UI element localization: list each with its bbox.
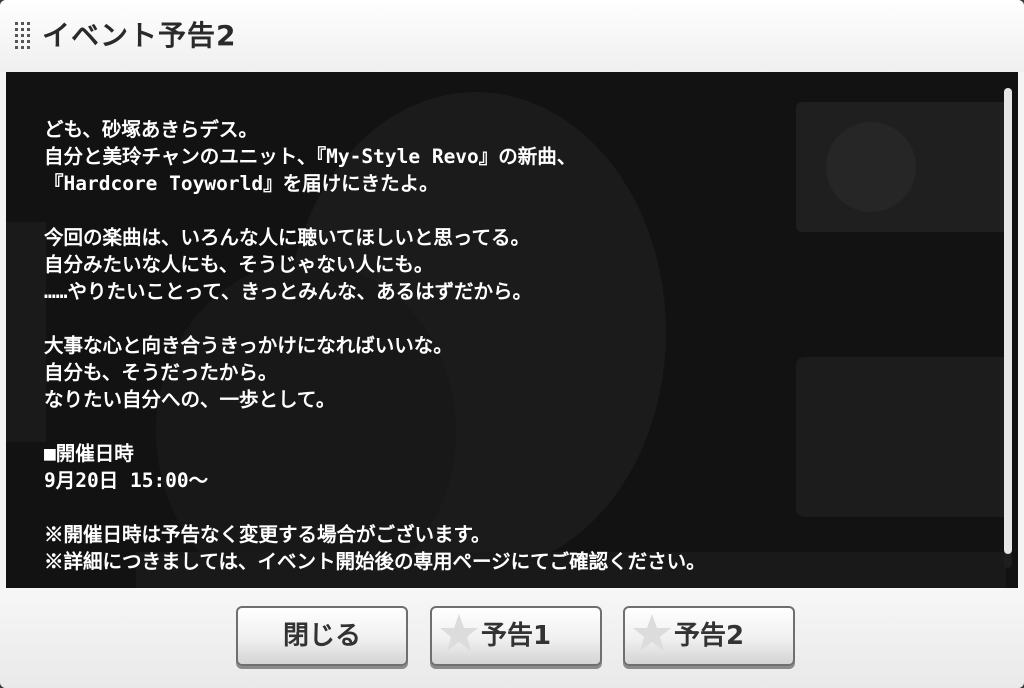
message-line: ども、砂塚あきらデス。 xyxy=(44,118,258,141)
scrollbar-thumb[interactable] xyxy=(1004,88,1012,554)
message-line: ※詳細につきましては、イベント開始後の専用ページにてご確認ください。 xyxy=(44,550,706,573)
preview-1-button-label: 予告1 xyxy=(480,621,552,651)
button-bar: 閉じる 予告1 予告2 xyxy=(0,588,1024,688)
message-line: 今回の楽曲は、いろんな人に聴いてほしいと思ってる。 xyxy=(44,226,530,249)
preview-2-button[interactable]: 予告2 xyxy=(623,606,795,666)
message-line: ■開催日時 xyxy=(44,442,134,465)
title-bar: イベント予告2 xyxy=(0,0,1024,72)
dialog-title: イベント予告2 xyxy=(42,19,237,52)
message-line: なりたい自分への、一歩として。 xyxy=(44,388,336,411)
preview-1-button[interactable]: 予告1 xyxy=(430,606,602,666)
preview-2-button-label: 予告2 xyxy=(673,621,745,651)
message-line: ※開催日時は予告なく変更する場合がございます。 xyxy=(44,523,491,546)
message-panel[interactable]: ども、砂塚あきらデス。自分と美玲チャンのユニット、『My-Style Revo』… xyxy=(6,72,1018,588)
message-line: 『Hardcore Toyworld』を届けにきたよ。 xyxy=(44,172,439,195)
close-button-label: 閉じる xyxy=(282,621,361,651)
message-line: 大事な心と向き合うきっかけになればいいな。 xyxy=(44,334,453,357)
message-line: ……やりたいことって、きっとみんな、あるはずだから。 xyxy=(44,280,532,303)
message-line: 自分みたいな人にも、そうじゃない人にも。 xyxy=(44,253,434,276)
message-line: 自分も、そうだったから。 xyxy=(44,361,278,384)
message-line: 9月20日 15:00～ xyxy=(44,469,209,492)
event-preview-dialog: イベント予告2 ども、砂塚あきらデス。自分と美玲チャンのユニット、『My-Sty… xyxy=(0,0,1024,688)
event-message: ども、砂塚あきらデス。自分と美玲チャンのユニット、『My-Style Revo』… xyxy=(44,116,984,575)
grip-dots-icon xyxy=(15,22,30,49)
message-line: 自分と美玲チャンのユニット、『My-Style Revo』の新曲、 xyxy=(44,145,577,168)
close-button[interactable]: 閉じる xyxy=(236,606,408,666)
scrollbar[interactable] xyxy=(1004,88,1012,568)
star-icon xyxy=(633,614,671,651)
star-icon xyxy=(440,614,478,651)
